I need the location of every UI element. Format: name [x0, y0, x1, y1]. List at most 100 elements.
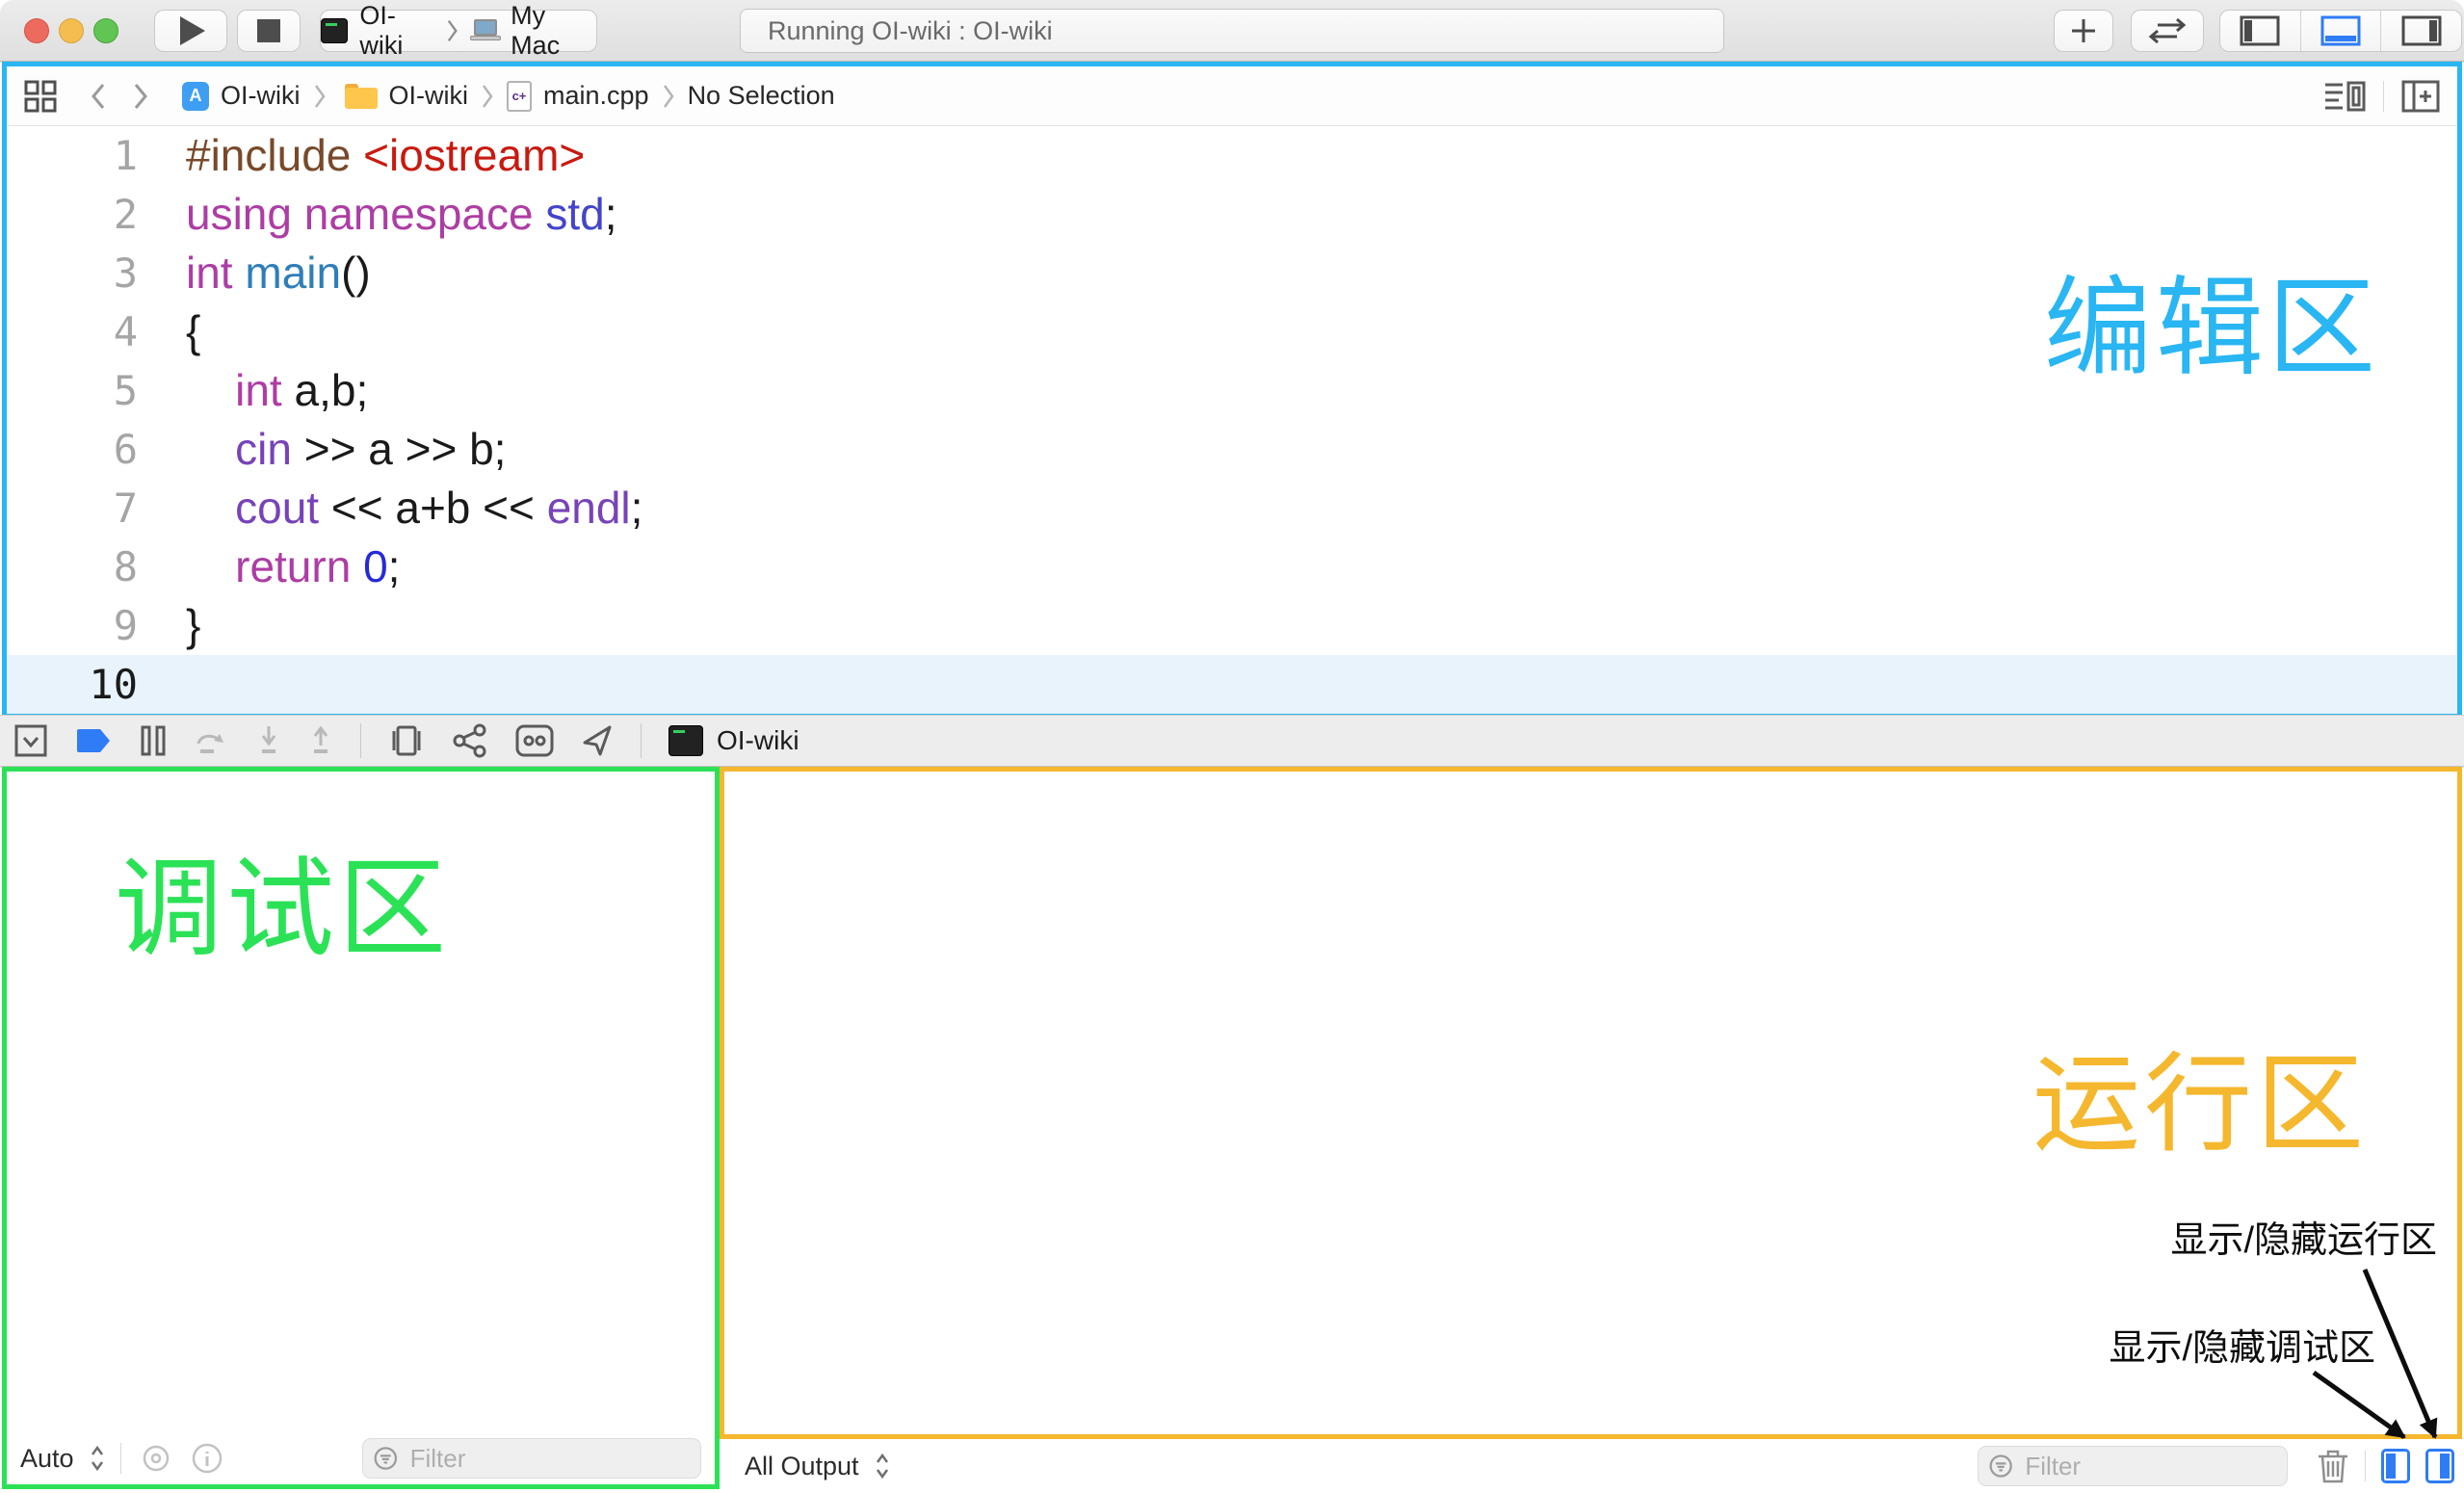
simulate-location-button[interactable]: [581, 723, 614, 758]
console-scope-select[interactable]: All Output: [745, 1452, 859, 1481]
debug-process-label: OI-wiki: [717, 725, 799, 756]
breadcrumb-file[interactable]: main.cpp: [543, 81, 649, 111]
line-number: 4: [7, 302, 138, 361]
code-text: #include <iostream>: [138, 126, 585, 185]
line-number: 7: [7, 479, 138, 537]
breadcrumb-chevron-icon: [314, 84, 326, 109]
panel-toggle-group: [2219, 10, 2462, 52]
folder-icon: [345, 84, 378, 109]
debug-bar: OI-wiki: [0, 715, 2464, 767]
line-number: 9: [7, 596, 138, 655]
minimize-window-button[interactable]: [59, 18, 84, 43]
divider: [641, 723, 642, 758]
toggle-console-view-button[interactable]: [2425, 1449, 2454, 1483]
console-filter-field[interactable]: [1978, 1446, 2288, 1486]
variables-filter-field[interactable]: [362, 1438, 701, 1479]
toggle-navigator-button[interactable]: [2220, 11, 2301, 51]
filter-icon: [373, 1444, 399, 1473]
code-line[interactable]: 10: [7, 655, 2457, 714]
code-line[interactable]: 9}: [7, 596, 2457, 655]
title-bar: OI-wiki My Mac Running OI-wiki : OI-wiki: [0, 0, 2464, 62]
console-filter-input[interactable]: [2023, 1451, 2277, 1482]
close-window-button[interactable]: [24, 18, 49, 43]
divider: [360, 723, 361, 758]
toggle-debug-area-button[interactable]: [2301, 11, 2382, 51]
line-number: 10: [7, 655, 138, 714]
code-line[interactable]: 2using namespace std;: [7, 185, 2457, 244]
scheme-app-icon: [321, 18, 348, 43]
divider: [2383, 81, 2384, 112]
scheme-selector[interactable]: OI-wiki My Mac: [320, 10, 597, 52]
cpp-file-icon: c+: [507, 81, 532, 112]
related-items-icon[interactable]: [24, 80, 57, 113]
code-line[interactable]: 1#include <iostream>: [7, 126, 2457, 185]
code-text: int a,b;: [138, 361, 368, 420]
add-editor-icon[interactable]: [2401, 80, 2440, 113]
inspector-panel-icon: [2401, 15, 2442, 46]
breadcrumb-selection[interactable]: No Selection: [688, 81, 835, 111]
code-text: return 0;: [138, 537, 400, 596]
variables-view: 调试区 Auto: [2, 767, 720, 1489]
divider: [120, 1443, 121, 1474]
step-out-button[interactable]: [308, 724, 333, 757]
toggle-inspector-button[interactable]: [2381, 11, 2461, 51]
step-over-button[interactable]: [193, 724, 229, 757]
run-area-label: 运行区: [2032, 1017, 2368, 1173]
back-button[interactable]: [90, 82, 107, 111]
environment-overrides-button[interactable]: [515, 724, 554, 757]
debug-memory-graph-button[interactable]: [452, 723, 488, 758]
scheme-target-label: OI-wiki: [359, 1, 434, 61]
xcode-window: OI-wiki My Mac Running OI-wiki : OI-wiki: [0, 0, 2464, 1493]
navigator-panel-icon: [2240, 15, 2280, 46]
swap-arrows-icon: [2146, 16, 2189, 45]
scope-stepper-icon[interactable]: [875, 1452, 890, 1480]
library-add-button[interactable]: [2054, 10, 2113, 52]
activity-status-view: Running OI-wiki : OI-wiki: [740, 9, 1724, 53]
console-bar: All Output: [720, 1439, 2464, 1493]
code-line[interactable]: 6 cin >> a >> b;: [7, 420, 2457, 479]
variables-view-bar: Auto: [7, 1432, 715, 1484]
code-text: int main(): [138, 244, 371, 302]
minimap-options-icon[interactable]: [2323, 80, 2366, 113]
code-text: {: [138, 302, 200, 361]
breadcrumb-chevron-icon: [663, 84, 674, 109]
scope-stepper-icon[interactable]: [90, 1444, 105, 1473]
source-editor[interactable]: 1#include <iostream>2using namespace std…: [7, 126, 2457, 714]
line-number: 2: [7, 185, 138, 244]
clear-console-trash-button[interactable]: [2317, 1448, 2349, 1484]
play-icon: [180, 16, 205, 45]
annotation-show-hide-console: 显示/隐藏运行区: [2170, 1210, 2437, 1263]
line-number: 5: [7, 361, 138, 420]
variables-scope-select[interactable]: Auto: [20, 1444, 74, 1474]
editor-area-label: 编辑区: [2044, 241, 2379, 397]
toggle-variables-view-button[interactable]: [2381, 1449, 2410, 1483]
jump-bar: A OI-wiki OI-wiki c+ main.cpp No Selecti…: [7, 66, 2457, 126]
code-text: }: [138, 596, 200, 655]
code-line[interactable]: 8 return 0;: [7, 537, 2457, 596]
debug-area-label: 调试区: [115, 822, 450, 978]
code-lines: 1#include <iostream>2using namespace std…: [7, 126, 2457, 714]
debug-process-entry[interactable]: OI-wiki: [668, 725, 799, 756]
info-icon[interactable]: [191, 1442, 223, 1475]
stop-icon: [257, 19, 280, 42]
filter-icon: [1988, 1452, 2013, 1480]
pause-continue-button[interactable]: [141, 725, 166, 756]
run-button[interactable]: [154, 10, 227, 52]
breadcrumb-group[interactable]: OI-wiki: [389, 81, 469, 111]
step-into-button[interactable]: [256, 724, 281, 757]
process-app-icon: [668, 725, 703, 756]
scheme-destination-label: My Mac: [511, 1, 596, 61]
chevron-separator-icon: [446, 18, 459, 43]
line-number: 8: [7, 537, 138, 596]
zoom-window-button[interactable]: [93, 18, 118, 43]
quicklook-eye-icon[interactable]: [137, 1444, 175, 1473]
breakpoints-toggle-button[interactable]: [75, 727, 114, 754]
debug-view-hierarchy-button[interactable]: [388, 723, 425, 758]
variables-filter-input[interactable]: [408, 1443, 691, 1475]
code-line[interactable]: 7 cout << a+b << endl;: [7, 479, 2457, 537]
breadcrumb-project[interactable]: OI-wiki: [221, 81, 301, 111]
hide-debug-area-button[interactable]: [13, 723, 48, 758]
forward-button[interactable]: [132, 82, 149, 111]
stop-button[interactable]: [237, 10, 301, 52]
editor-mode-button[interactable]: [2131, 10, 2204, 52]
